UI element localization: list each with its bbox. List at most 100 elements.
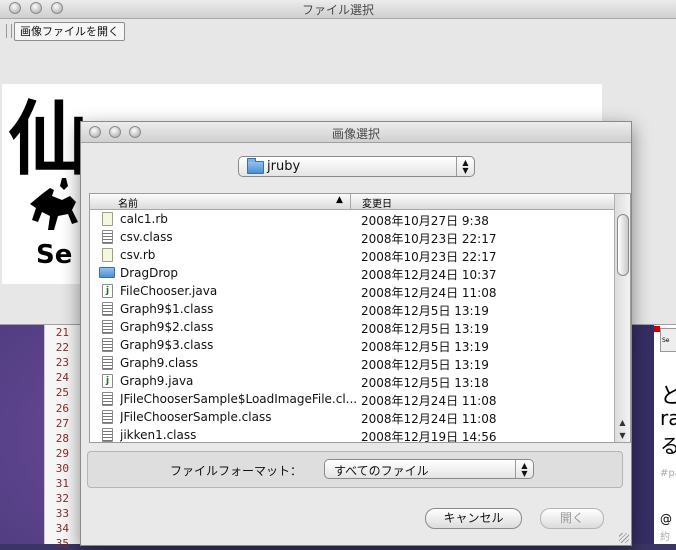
file-row[interactable]: jikken1.class 2008年12月19日 14:56 — [90, 426, 614, 442]
file-name: jikken1.class — [120, 428, 197, 442]
line-number: 23 — [55, 356, 69, 370]
file-name: JFileChooserSample.class — [120, 410, 272, 424]
file-date: 2008年10月27日 9:38 — [361, 214, 489, 228]
file-date: 2008年12月24日 11:08 — [361, 412, 497, 426]
scroll-up-icon[interactable]: ▲ — [615, 416, 630, 429]
column-header-name[interactable]: 名前 — [90, 194, 351, 210]
file-row[interactable]: Graph9$1.class 2008年12月5日 13:19 — [90, 300, 614, 318]
folder-popup[interactable]: jruby ▲ ▼ — [238, 156, 475, 177]
line-number: 34 — [55, 522, 69, 536]
file-date: 2008年12月24日 11:08 — [361, 394, 497, 408]
file-date: 2008年10月23日 22:17 — [361, 250, 497, 264]
side-note: 約 — [660, 532, 670, 543]
current-folder: jruby — [267, 159, 301, 174]
open-button[interactable]: 開く — [540, 508, 604, 529]
file-name: Graph9.class — [120, 356, 199, 370]
class-file-icon — [102, 230, 113, 244]
document-icon-text: Se — [662, 337, 670, 344]
window-titlebar[interactable]: ファイル選択 — [0, 0, 676, 19]
class-file-icon — [102, 320, 113, 334]
resize-grip-icon[interactable] — [619, 533, 629, 543]
file-name: Graph9$2.class — [120, 320, 214, 334]
file-name: DragDrop — [120, 266, 179, 280]
folder-icon — [247, 158, 264, 174]
side-pane: Se と ra る #pa @ 約 — [654, 322, 676, 544]
file-date: 2008年12月5日 13:19 — [361, 358, 489, 372]
line-number: 29 — [55, 446, 69, 460]
line-number: 28 — [55, 431, 69, 445]
line-number: 33 — [55, 507, 69, 521]
line-number: 24 — [55, 371, 69, 385]
file-row[interactable]: calc1.rb 2008年10月27日 9:38 — [90, 210, 614, 228]
popup-arrows-icon: ▲ ▼ — [456, 157, 474, 176]
ruby-file-icon — [102, 212, 113, 226]
list-header: 名前 ▲ 変更日 — [90, 194, 614, 210]
file-date: 2008年12月24日 11:08 — [361, 286, 497, 300]
class-file-icon — [102, 410, 113, 424]
file-name: JFileChooserSample$LoadImageFile.cl... — [120, 392, 356, 406]
popup-arrows-icon: ▲ ▼ — [515, 460, 533, 478]
file-name: Graph9$3.class — [120, 338, 214, 352]
file-name: Graph9.java — [120, 374, 194, 388]
logo-subtext: Se — [36, 240, 73, 270]
file-row[interactable]: Graph9$3.class 2008年12月5日 13:19 — [90, 336, 614, 354]
file-row[interactable]: JFileChooserSample.class 2008年12月24日 11:0… — [90, 408, 614, 426]
file-row[interactable]: csv.rb 2008年10月23日 22:17 — [90, 246, 614, 264]
scroll-down-icon[interactable]: ▼ — [615, 429, 630, 442]
ruby-file-icon — [102, 248, 113, 262]
cancel-button[interactable]: キャンセル — [425, 508, 522, 529]
file-row[interactable]: j FileChooser.java 2008年12月24日 11:08 — [90, 282, 614, 300]
line-number: 21 — [55, 326, 69, 339]
file-date: 2008年10月23日 22:17 — [361, 232, 497, 246]
class-file-icon — [102, 338, 113, 352]
format-label: ファイルフォーマット： — [170, 464, 303, 478]
document-icon: Se — [660, 328, 676, 352]
file-row[interactable]: j Graph9.java 2008年12月5日 13:18 — [90, 372, 614, 390]
class-file-icon — [102, 392, 113, 406]
side-at: @ — [660, 512, 672, 526]
file-date: 2008年12月5日 13:18 — [361, 376, 489, 390]
file-name: csv.class — [120, 230, 173, 244]
sort-ascending-icon: ▲ — [336, 195, 343, 205]
line-number: 22 — [55, 341, 69, 355]
format-value: すべてのファイル — [334, 464, 429, 478]
file-row[interactable]: Graph9$2.class 2008年12月5日 13:19 — [90, 318, 614, 336]
line-number: 32 — [55, 492, 69, 506]
file-row[interactable]: DragDrop 2008年12月24日 10:37 — [90, 264, 614, 282]
open-image-file-button[interactable]: 画像ファイルを開く — [14, 22, 125, 41]
java-file-icon: j — [102, 284, 113, 298]
file-name: csv.rb — [120, 248, 156, 262]
java-file-icon: j — [102, 374, 113, 388]
file-row[interactable]: csv.class 2008年10月23日 22:17 — [90, 228, 614, 246]
file-date: 2008年12月5日 13:19 — [361, 322, 489, 336]
dialog-titlebar[interactable]: 画像選択 — [81, 122, 631, 143]
file-row[interactable]: JFileChooserSample$LoadImageFile.cl... 20… — [90, 390, 614, 408]
line-number: 27 — [55, 416, 69, 430]
column-name-label: 名前 — [118, 199, 138, 210]
red-marker-icon — [654, 326, 660, 332]
image-select-dialog: 画像選択 jruby ▲ ▼ 名前 ▲ 変更日 calc1.rb 2008年10月2… — [80, 121, 632, 546]
column-header-modified[interactable]: 変更日 — [362, 195, 392, 210]
file-date: 2008年12月5日 13:19 — [361, 304, 489, 318]
format-popup[interactable]: すべてのファイル ▲ ▼ — [324, 459, 534, 479]
side-tag: #pa — [660, 468, 676, 479]
format-panel: ファイルフォーマット： すべてのファイル ▲ ▼ — [87, 451, 623, 488]
line-number: 26 — [55, 401, 69, 415]
toolbar-grip-icon[interactable] — [6, 24, 12, 38]
line-number: 25 — [55, 386, 69, 400]
line-number: 30 — [55, 461, 69, 475]
file-name: Graph9$1.class — [120, 302, 214, 316]
side-text-2: ra — [660, 406, 676, 430]
file-name: calc1.rb — [120, 212, 168, 226]
file-row[interactable]: Graph9.class 2008年12月5日 13:19 — [90, 354, 614, 372]
vertical-scrollbar[interactable]: ▲ ▼ — [614, 194, 630, 442]
file-name: FileChooser.java — [120, 284, 218, 298]
scroll-thumb[interactable] — [617, 214, 629, 276]
file-date: 2008年12月24日 10:37 — [361, 268, 497, 282]
class-file-icon — [102, 356, 113, 370]
line-number: 31 — [55, 477, 69, 490]
dialog-title: 画像選択 — [331, 127, 380, 141]
class-file-icon — [102, 302, 113, 316]
window-title: ファイル選択 — [301, 3, 374, 17]
file-rows: calc1.rb 2008年10月27日 9:38 csv.class 2008年10… — [90, 210, 614, 442]
